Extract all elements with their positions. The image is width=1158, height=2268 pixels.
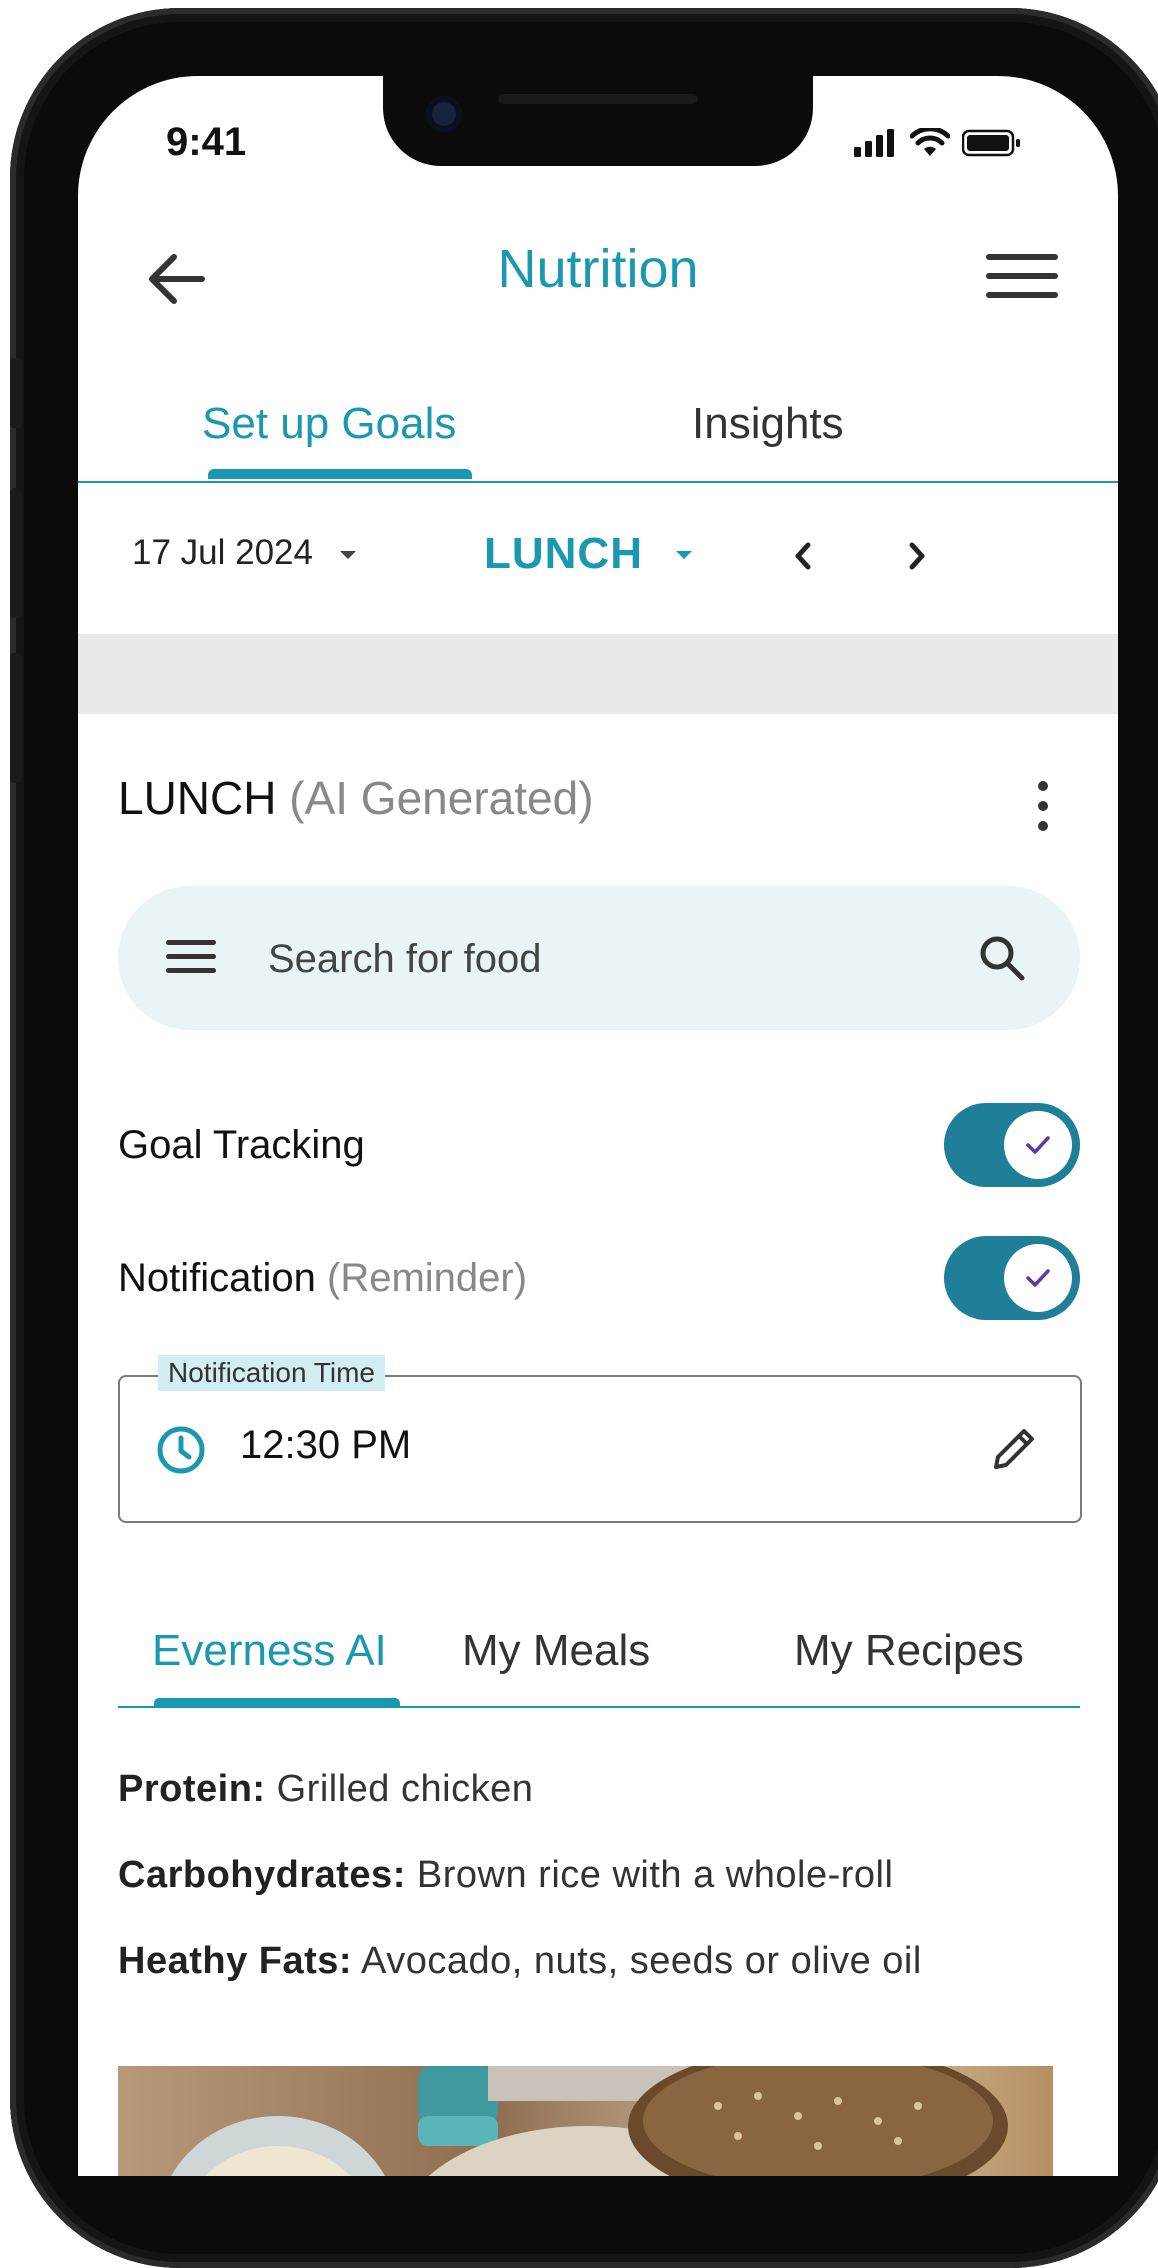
food-search-bar	[118, 886, 1080, 1030]
volume-down-button	[10, 653, 22, 783]
tab-everness-ai[interactable]: Everness AI	[152, 1626, 387, 1676]
tab-set-up-goals[interactable]: Set up Goals	[202, 399, 456, 449]
active-tab-indicator	[154, 1698, 400, 1706]
battery-icon	[962, 129, 1020, 157]
nutrient-key: Carbohydrates:	[118, 1854, 406, 1896]
toggle-knob	[1004, 1111, 1072, 1179]
nutrient-value: Grilled chicken	[276, 1768, 534, 1810]
protein-line: Protein: Grilled chicken	[118, 1768, 533, 1811]
section-heading: LUNCH (AI Generated)	[118, 771, 594, 825]
nutrient-value: Brown rice with a whole-roll	[416, 1854, 894, 1896]
meal-dropdown[interactable]: LUNCH	[484, 529, 643, 579]
screen: 9:41 Nutrition Set up Goals Insights 17 …	[78, 76, 1118, 2176]
wifi-icon	[910, 128, 950, 156]
date-caret-icon	[340, 551, 356, 559]
toggle-label-text: Notification	[118, 1256, 316, 1300]
next-button[interactable]	[892, 531, 942, 581]
edit-time-button[interactable]	[986, 1421, 1042, 1477]
goal-tracking-toggle[interactable]	[944, 1103, 1080, 1187]
notification-time-legend: Notification Time	[158, 1355, 385, 1391]
mute-switch	[10, 358, 22, 428]
toggle-knob	[1004, 1244, 1072, 1312]
pencil-icon	[994, 1429, 1034, 1469]
toggle-sublabel: (Reminder)	[327, 1256, 528, 1300]
goal-tracking-row: Goal Tracking	[118, 1103, 1080, 1187]
page-title: Nutrition	[497, 239, 699, 299]
section-title: LUNCH	[118, 772, 277, 824]
search-icon	[980, 936, 1025, 981]
goal-tracking-label: Goal Tracking	[118, 1123, 365, 1168]
tab-my-meals[interactable]: My Meals	[462, 1626, 650, 1676]
notification-label: Notification (Reminder)	[118, 1256, 527, 1301]
earpiece	[498, 94, 698, 104]
active-tab-indicator	[208, 469, 472, 479]
date-dropdown[interactable]: 17 Jul 2024	[132, 533, 313, 573]
top-tabs: Set up Goals Insights	[78, 381, 1118, 483]
volume-up-button	[10, 488, 22, 618]
check-icon	[1026, 1269, 1050, 1287]
meal-source-tabs: Everness AI My Meals My Recipes	[118, 1606, 1080, 1708]
previous-button[interactable]	[778, 531, 828, 581]
tab-my-recipes[interactable]: My Recipes	[794, 1626, 1024, 1676]
more-options-button[interactable]	[1028, 776, 1058, 836]
search-menu-button[interactable]	[166, 936, 216, 976]
chevron-right-icon	[909, 542, 925, 570]
check-icon	[1026, 1136, 1050, 1154]
search-input[interactable]	[266, 926, 870, 992]
chevron-left-icon	[795, 542, 811, 570]
hamburger-menu-icon	[986, 254, 1058, 298]
notification-time-field[interactable]: Notification Time 12:30 PM	[118, 1355, 1082, 1523]
toggle-label-text: Goal Tracking	[118, 1123, 365, 1167]
notification-toggle[interactable]	[944, 1236, 1080, 1320]
search-button[interactable]	[974, 930, 1030, 986]
section-subtitle: (AI Generated)	[289, 772, 594, 824]
notification-time-value: 12:30 PM	[240, 1423, 412, 1467]
divider-band	[78, 634, 1118, 714]
hamburger-menu-icon	[166, 940, 216, 973]
status-time: 9:41	[166, 120, 247, 164]
front-camera	[426, 96, 462, 132]
clock-icon	[154, 1423, 208, 1477]
nutrient-key: Heathy Fats:	[118, 1940, 353, 1982]
menu-button[interactable]	[986, 246, 1058, 306]
more-vertical-icon	[1038, 781, 1048, 831]
cellular-signal-icon	[854, 129, 894, 157]
healthy-fats-line: Heathy Fats: Avocado, nuts, seeds or oli…	[118, 1940, 922, 1983]
nutrient-key: Protein:	[118, 1768, 266, 1810]
carbohydrates-line: Carbohydrates: Brown rice with a whole-r…	[118, 1854, 893, 1897]
notification-row: Notification (Reminder)	[118, 1236, 1080, 1320]
meal-caret-icon	[676, 551, 692, 559]
phone-frame: 9:41 Nutrition Set up Goals Insights 17 …	[10, 8, 1158, 2268]
date-meal-selector: 17 Jul 2024 LUNCH	[78, 511, 1118, 601]
meal-photo	[118, 2066, 1053, 2176]
meal-photo-illustration	[171, 2066, 1008, 2176]
tab-insights[interactable]: Insights	[692, 399, 844, 449]
app-header: Nutrition	[78, 226, 1118, 336]
status-icons	[854, 128, 1022, 158]
nutrient-value: Avocado, nuts, seeds or olive oil	[361, 1940, 922, 1982]
